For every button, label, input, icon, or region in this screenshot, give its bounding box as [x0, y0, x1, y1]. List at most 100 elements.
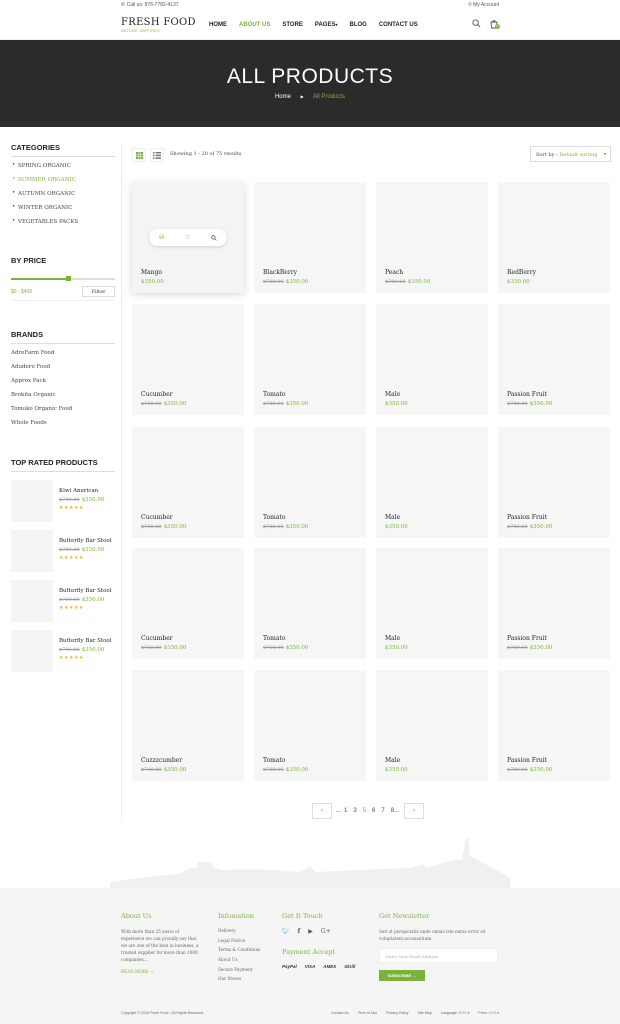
brand-item[interactable]: AdreFarm Food — [11, 350, 115, 364]
footer-bottom-link[interactable]: Contact Us — [331, 1011, 349, 1015]
product-thumbnail[interactable] — [11, 630, 53, 672]
product-name[interactable]: Male — [385, 757, 400, 764]
prev-page-button[interactable]: ‹ — [312, 803, 332, 819]
list-view-button[interactable] — [150, 148, 164, 162]
sort-select[interactable]: Sort by : Default sorting ▾ — [530, 146, 611, 162]
nav-home[interactable]: HOME — [209, 22, 227, 28]
read-more-link[interactable]: READ MORE → — [121, 969, 203, 974]
google-plus-icon[interactable]: G+ — [321, 928, 331, 935]
footer-bottom-link[interactable]: Site Map — [418, 1011, 432, 1015]
footer-link[interactable]: Terms & Conditions — [218, 947, 260, 957]
price-slider-handle[interactable] — [66, 276, 72, 281]
grid-view-button[interactable] — [132, 148, 146, 162]
category-item[interactable]: WINTER ORGANIC — [11, 204, 115, 219]
page-number-link[interactable]: 1 — [344, 808, 347, 814]
nav-store[interactable]: STORE — [282, 22, 303, 28]
product-card[interactable]: Tomato $700.00 $350.00 — [254, 304, 366, 415]
product-name[interactable]: Cucumber — [141, 635, 173, 642]
product-card[interactable]: Cucumber $700.00 $350.00 — [132, 548, 244, 659]
cart-button[interactable]: 0 — [489, 19, 500, 31]
page-number-link[interactable]: 7 — [381, 808, 384, 814]
nav-blog[interactable]: BLOG — [349, 22, 366, 28]
product-card[interactable]: Passion Fruit $700.00 $350.00 — [498, 548, 610, 659]
nav-about-us[interactable]: ABOUT US — [239, 22, 270, 28]
youtube-icon[interactable]: ▶ — [308, 928, 313, 935]
wishlist-heart-icon[interactable]: ♡ — [185, 234, 190, 241]
nav-pages[interactable]: PAGES▾ — [315, 22, 338, 28]
footer-link[interactable]: Secure Payment — [218, 967, 260, 977]
product-name[interactable]: Mango — [141, 269, 162, 276]
product-card[interactable]: Tomato $700.00 $350.00 — [254, 670, 366, 781]
product-name[interactable]: Passion Fruit — [507, 635, 547, 642]
brand-item[interactable]: Brokita Organic — [11, 392, 115, 406]
product-card[interactable]: Passion Fruit $700.00 $350.00 — [498, 670, 610, 781]
breadcrumb-home[interactable]: Home — [275, 94, 291, 100]
page-number-link[interactable]: 3 — [353, 808, 356, 814]
add-to-cart-icon[interactable]: ⛁ — [159, 234, 164, 241]
language-select[interactable]: Language: ENG ▾ — [441, 1011, 470, 1015]
product-name[interactable]: Tomato — [263, 635, 285, 642]
top-rated-name[interactable]: Butterfly Bar Stool — [59, 638, 111, 644]
brand-item[interactable]: Approx Pack — [11, 378, 115, 392]
footer-link[interactable]: Delivery — [218, 928, 260, 938]
product-card[interactable]: Male $350.00 — [376, 670, 488, 781]
product-name[interactable]: Tomato — [263, 757, 285, 764]
category-item[interactable]: AUTUMN ORGANIC — [11, 190, 115, 205]
brand-item[interactable]: Adudero Food — [11, 364, 115, 378]
product-name[interactable]: Passion Fruit — [507, 757, 547, 764]
currency-select[interactable]: Price: USD ▾ — [478, 1011, 499, 1015]
logo[interactable]: FRESH FOOD NATURE INSPIRED — [121, 17, 196, 33]
filter-button[interactable]: Filter — [82, 286, 115, 297]
brand-item[interactable]: Tomoko Organic Food — [11, 406, 115, 420]
product-thumbnail[interactable] — [11, 480, 53, 522]
product-card[interactable]: Tomato $700.00 $350.00 — [254, 427, 366, 538]
product-name[interactable]: BlackBerry — [263, 269, 297, 276]
category-item[interactable]: SPRING ORGANIC — [11, 162, 115, 177]
product-name[interactable]: Tomato — [263, 514, 285, 521]
top-rated-name[interactable]: Butterfly Bar Stool — [59, 538, 111, 544]
twitter-icon[interactable]: 🐦︎ — [282, 928, 290, 935]
product-card[interactable]: Cuzzzcumber $700.00 $350.00 — [132, 670, 244, 781]
top-rated-item[interactable]: Butterfly Bar Stool $700.00 $350.00 ★★★★★ — [11, 530, 115, 572]
product-card[interactable]: Tomato $700.00 $350.00 — [254, 548, 366, 659]
category-item[interactable]: SUMMER ORGANIC — [11, 176, 115, 191]
nav-contact-us[interactable]: CONTACT US — [379, 22, 418, 28]
product-card[interactable]: Passion Fruit $700.00 $350.00 — [498, 427, 610, 538]
product-card[interactable]: ⛁ ♡ Mango $350.00 — [132, 182, 244, 293]
product-name[interactable]: Male — [385, 391, 400, 398]
product-name[interactable]: Tomato — [263, 391, 285, 398]
footer-link[interactable]: About Us — [218, 957, 260, 967]
top-rated-name[interactable]: Butterfly Bar Stool — [59, 588, 111, 594]
next-page-button[interactable]: › — [404, 803, 425, 819]
footer-link[interactable]: Legal Notice — [218, 938, 260, 948]
product-name[interactable]: RedBerry — [507, 269, 536, 276]
product-card[interactable]: Passion Fruit $700.00 $350.00 — [498, 304, 610, 415]
top-rated-item[interactable]: Kiwi Anerican $700.00 $350.00 ★★★★★ — [11, 480, 115, 522]
search-icon[interactable] — [472, 19, 481, 28]
product-thumbnail[interactable] — [11, 530, 53, 572]
page-number-link[interactable]: 5 — [363, 808, 366, 814]
footer-bottom-link[interactable]: Privacy Policy — [386, 1011, 408, 1015]
product-card[interactable]: Male $350.00 — [376, 304, 488, 415]
page-number-link[interactable]: 8... — [391, 808, 399, 814]
product-thumbnail[interactable] — [11, 580, 53, 622]
product-card[interactable]: Peach $700.00 $350.00 — [376, 182, 488, 293]
product-name[interactable]: Cucumber — [141, 391, 173, 398]
product-name[interactable]: Cucumber — [141, 514, 173, 521]
page-number-link[interactable]: 6 — [372, 808, 375, 814]
quick-view-search-icon[interactable] — [210, 234, 217, 241]
product-name[interactable]: Male — [385, 635, 400, 642]
product-card[interactable]: Cucumber $700.00 $350.00 — [132, 427, 244, 538]
category-item[interactable]: VEGETABLES PACKS — [11, 218, 115, 233]
top-rated-item[interactable]: Butterfly Bar Stool $700.00 $350.00 ★★★★★ — [11, 580, 115, 622]
product-card[interactable]: BlackBerry $700.00 $350.00 — [254, 182, 366, 293]
price-slider[interactable] — [11, 275, 115, 283]
product-card[interactable]: Male $350.00 — [376, 548, 488, 659]
subscribe-button[interactable]: SUBSCRIBE → — [379, 970, 425, 981]
footer-link[interactable]: Our Stores — [218, 976, 260, 986]
brand-item[interactable]: Whole Foods — [11, 420, 115, 434]
top-rated-name[interactable]: Kiwi Anerican — [59, 488, 104, 494]
product-card[interactable]: Cucumber $700.00 $350.00 — [132, 304, 244, 415]
footer-bottom-link[interactable]: Term of Use — [358, 1011, 377, 1015]
product-name[interactable]: Passion Fruit — [507, 514, 547, 521]
